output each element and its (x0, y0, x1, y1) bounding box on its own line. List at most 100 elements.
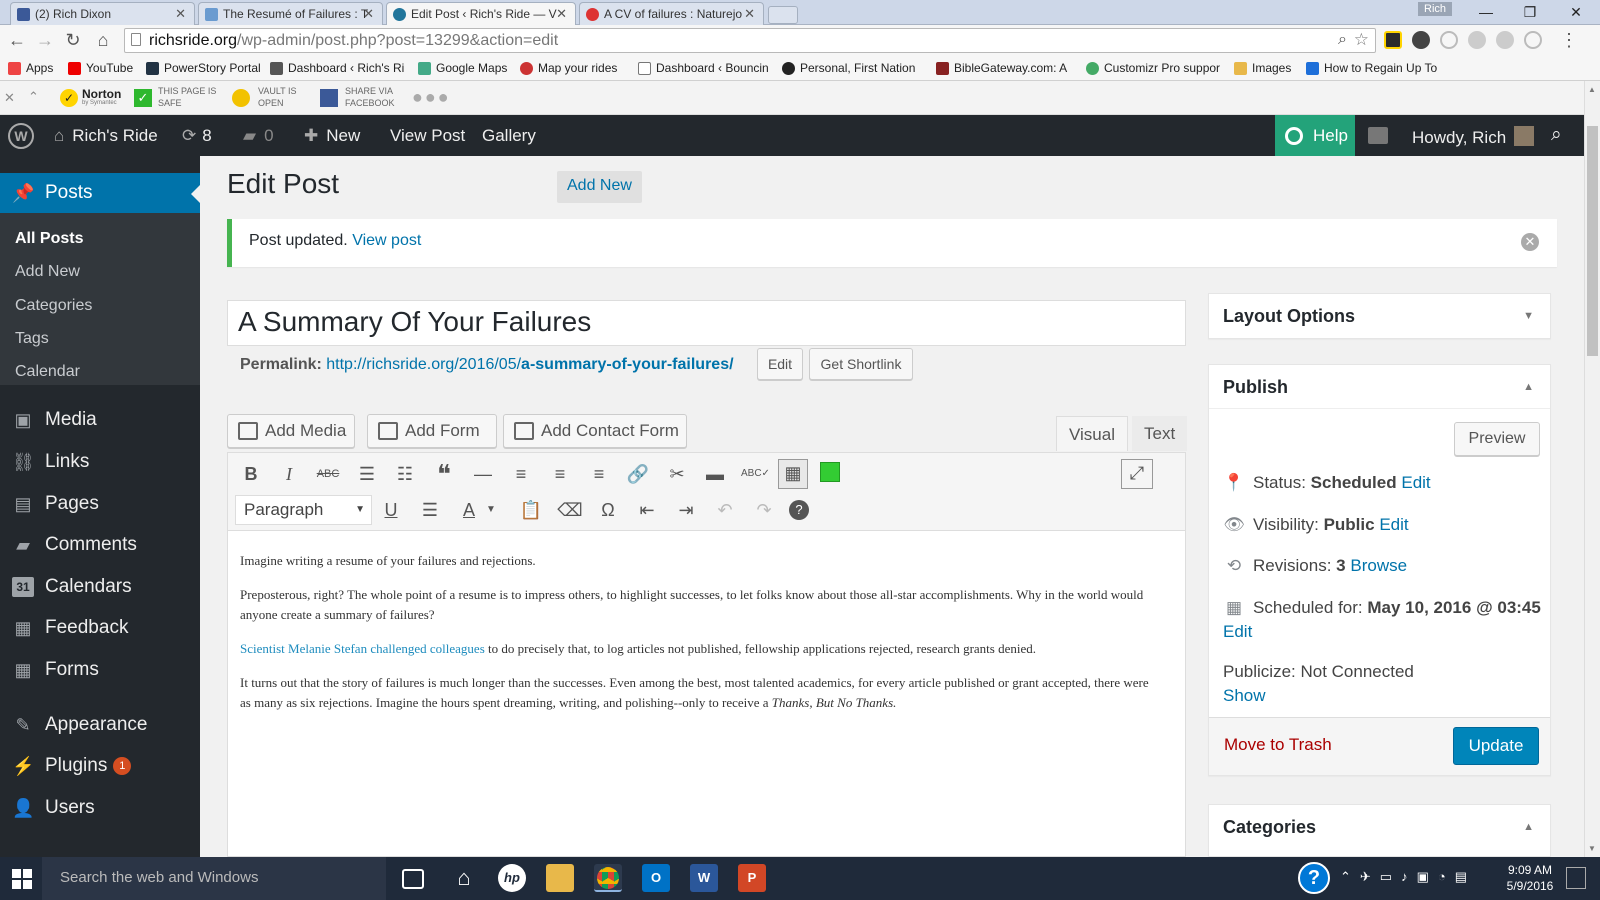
task-view-icon[interactable] (402, 869, 424, 889)
status-edit-link[interactable]: Edit (1401, 473, 1430, 492)
editor-body[interactable]: Imagine writing a resume of your failure… (240, 551, 1150, 727)
submenu-calendar[interactable]: Calendar (15, 363, 80, 381)
add-form-button[interactable]: Add Form (367, 414, 497, 448)
add-new-button[interactable]: Add New (557, 171, 642, 203)
sidebar-item-calendars[interactable]: 31 Calendars (0, 567, 200, 607)
preview-button[interactable]: Preview (1454, 422, 1540, 456)
submenu-add-new[interactable]: Add New (15, 263, 80, 281)
italic-icon[interactable]: I (276, 461, 302, 487)
sidebar-item-feedback[interactable]: ▦ Feedback (0, 608, 200, 648)
updates-link[interactable]: ⟳ 8 (182, 126, 212, 146)
bookmark-item[interactable]: BibleGateway.com: A (936, 61, 1067, 75)
close-icon[interactable]: ✕ (744, 6, 755, 22)
home-icon[interactable]: ⌂ (450, 864, 478, 892)
system-tray-icons[interactable]: ⌃✈▭♪▣◔▤ (1340, 869, 1476, 885)
bookmark-item[interactable]: Customizr Pro suppor (1086, 61, 1220, 75)
submenu-tags[interactable]: Tags (15, 330, 49, 348)
paste-text-icon[interactable]: 📋 (518, 497, 544, 523)
word-icon[interactable]: W (690, 864, 718, 892)
search-icon[interactable]: ⌕ (1551, 124, 1562, 146)
browser-tab[interactable]: (2) Rich Dixon ✕ (10, 2, 195, 25)
format-select[interactable]: Paragraph ▼ (235, 495, 372, 525)
bookmark-star-icon[interactable]: ☆ (1354, 30, 1369, 50)
read-more-icon[interactable]: ▬ (702, 461, 728, 487)
underline-icon[interactable]: U (378, 497, 404, 523)
sidebar-item-users[interactable]: 👤 Users (0, 788, 200, 828)
view-post-link[interactable]: View Post (390, 126, 465, 146)
add-contact-form-button[interactable]: Add Contact Form (503, 414, 687, 448)
close-icon[interactable]: ✕ (175, 6, 186, 22)
site-name-link[interactable]: ⌂ Rich's Ride (54, 126, 158, 146)
minimize-icon[interactable]: — (1466, 0, 1506, 25)
bookmark-item[interactable]: Personal, First Nation (782, 61, 915, 75)
bookmark-item[interactable]: Images (1234, 61, 1291, 75)
notifications-icon[interactable] (1566, 867, 1586, 889)
gallery-link[interactable]: Gallery (482, 126, 536, 146)
bookmark-item[interactable]: PowerStory Portal (146, 61, 261, 75)
horizontal-line-icon[interactable]: — (470, 461, 496, 487)
chevron-up-icon[interactable]: ▲ (1523, 381, 1534, 393)
outlook-icon[interactable]: O (642, 864, 670, 892)
forward-icon[interactable]: → (34, 30, 56, 51)
chevron-down-icon[interactable]: ▼ (484, 497, 498, 523)
bold-icon[interactable]: B (238, 461, 264, 487)
new-tab-button[interactable] (768, 6, 798, 24)
norton-ext-icon[interactable] (1384, 31, 1402, 49)
close-icon[interactable]: ✕ (363, 6, 374, 22)
sidebar-item-forms[interactable]: ▦ Forms (0, 650, 200, 690)
profile-badge[interactable]: Rich (1418, 2, 1453, 16)
account-menu[interactable]: Howdy, Rich (1412, 126, 1535, 148)
content-link[interactable]: Scientist Melanie Stefan challenged coll… (240, 641, 485, 656)
sidebar-item-links[interactable]: ⛓ Links (0, 442, 200, 482)
toolbar-toggle-icon[interactable]: ▦ (778, 459, 808, 489)
align-left-icon[interactable]: ≡ (508, 461, 534, 487)
update-button[interactable]: Update (1453, 727, 1539, 765)
text-color-icon[interactable]: A (456, 497, 482, 523)
sidebar-item-plugins[interactable]: ⚡ Plugins 1 (0, 746, 200, 786)
vault-status[interactable]: VAULT IS OPEN (258, 85, 297, 109)
file-explorer-icon[interactable] (546, 864, 574, 892)
get-shortlink-button[interactable]: Get Shortlink (809, 348, 913, 380)
bookmark-item[interactable]: YouTube (68, 61, 133, 75)
maximize-icon[interactable]: ❐ (1510, 0, 1550, 25)
align-right-icon[interactable]: ≡ (586, 461, 612, 487)
powerpoint-icon[interactable]: P (738, 864, 766, 892)
close-icon[interactable]: ✕ (556, 6, 567, 22)
tab-text[interactable]: Text (1132, 416, 1188, 451)
schedule-edit-link[interactable]: Edit (1223, 622, 1252, 641)
new-content-link[interactable]: ✚ New (304, 126, 360, 146)
sidebar-item-media[interactable]: ▣ Media (0, 400, 200, 440)
visibility-edit-link[interactable]: Edit (1379, 515, 1408, 534)
hp-icon[interactable]: hp (498, 864, 526, 892)
chevron-up-icon[interactable]: ▲ (1523, 821, 1534, 833)
fullscreen-icon[interactable]: ⤢ (1121, 459, 1153, 489)
extension-icon[interactable] (1440, 31, 1458, 49)
tab-visual[interactable]: Visual (1056, 416, 1128, 451)
chevron-up-icon[interactable]: ⌃ (28, 89, 39, 105)
clear-formatting-icon[interactable]: ⌫ (557, 497, 583, 523)
home-icon[interactable]: ⌂ (92, 30, 114, 51)
bullet-list-icon[interactable]: ☰ (354, 461, 380, 487)
post-title-input[interactable]: A Summary Of Your Failures (227, 300, 1186, 346)
layout-options-header[interactable]: Layout Options ▼ (1209, 294, 1550, 338)
norton-logo[interactable]: ✓ Norton by Symantec (60, 87, 122, 109)
reload-icon[interactable]: ↻ (62, 30, 84, 51)
justify-icon[interactable]: ☰ (417, 497, 443, 523)
permalink-url[interactable]: http://richsride.org/2016/05/a-summary-o… (326, 356, 733, 373)
color-square-icon[interactable] (820, 462, 840, 482)
taskbar-search-input[interactable]: Search the web and Windows (42, 857, 386, 900)
safe-status[interactable]: THIS PAGE IS SAFE (158, 85, 216, 109)
browse-revisions-link[interactable]: Browse (1350, 556, 1407, 575)
browser-tab[interactable]: The Resumé of Failures : T ✕ (198, 2, 383, 25)
link-icon[interactable]: 🔗 (625, 461, 651, 487)
dismiss-icon[interactable]: ✕ (1521, 233, 1539, 251)
comments-link[interactable]: ▰ 0 (243, 126, 274, 146)
spellcheck-icon[interactable]: ABC✓ (741, 461, 770, 487)
sidebar-item-pages[interactable]: ▤ Pages (0, 484, 200, 524)
chrome-icon[interactable] (594, 864, 622, 892)
menu-icon[interactable]: ⋮ (1560, 30, 1578, 51)
move-to-trash-link[interactable]: Move to Trash (1224, 735, 1332, 755)
more-icon[interactable]: ●●● (412, 87, 451, 108)
browser-tab[interactable]: A CV of failures : Naturejo ✕ (579, 2, 764, 25)
special-character-icon[interactable]: Ω (595, 497, 621, 523)
